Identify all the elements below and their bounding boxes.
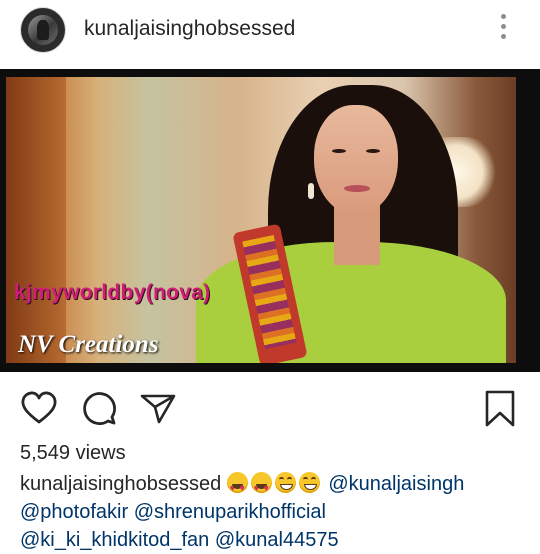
video-watermark-creator: NV Creations	[18, 331, 159, 358]
caption-mention[interactable]: @shrenuparikhofficial	[134, 501, 326, 523]
caption-mention[interactable]: @kunaljaisingh	[328, 473, 464, 495]
caption-username[interactable]: kunaljaisinghobsessed	[20, 473, 221, 495]
grinning-emoji-icon	[274, 472, 296, 493]
comment-icon[interactable]	[79, 388, 119, 428]
action-bar	[0, 382, 540, 432]
post-video[interactable]: kjmyworldby(nova) NV Creations	[0, 69, 540, 372]
more-vertical-icon[interactable]	[495, 14, 511, 44]
post-header: kunaljaisinghobsessed	[0, 0, 540, 62]
post-username[interactable]: kunaljaisinghobsessed	[84, 17, 295, 41]
send-icon[interactable]	[138, 388, 178, 428]
heart-eyes-emoji-icon	[250, 472, 272, 502]
video-frame: kjmyworldby(nova) NV Creations	[6, 77, 516, 363]
video-watermark: kjmyworldby(nova)	[14, 281, 211, 304]
post-caption: kunaljaisinghobsessed @kunaljaisingh @ph…	[20, 470, 530, 554]
bookmark-icon[interactable]	[480, 388, 520, 428]
caption-mention[interactable]: @kunal44575	[215, 529, 339, 551]
caption-mention[interactable]: @ki_ki_khidkitod_fan	[20, 529, 209, 551]
view-count: 5,549 views	[20, 442, 126, 464]
caption-mention[interactable]: @photofakir	[20, 501, 128, 523]
avatar[interactable]	[20, 7, 66, 53]
heart-eyes-emoji-icon	[226, 472, 248, 502]
grinning-emoji-icon	[298, 472, 320, 493]
heart-icon[interactable]	[19, 388, 59, 428]
